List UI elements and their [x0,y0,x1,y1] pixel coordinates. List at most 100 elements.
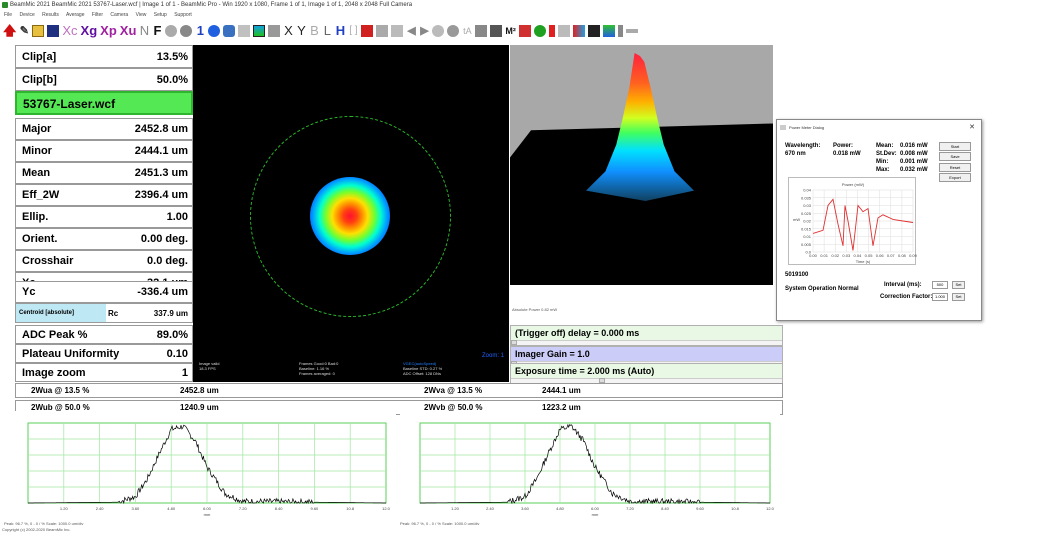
gray-circle-icon[interactable] [165,25,178,37]
bracket-button[interactable]: [ ] [347,23,359,39]
major-row: Major 2452.8 um [15,118,193,140]
trigger-thumb[interactable] [511,340,517,345]
start-button[interactable]: Start [939,142,971,151]
arrow-up-icon[interactable]: 🡅 [2,23,17,39]
menu-setup[interactable]: Setup [154,12,167,18]
correction-input[interactable]: 1.000 [932,293,948,301]
power-y-tick: 0.01 [803,234,812,239]
x-button[interactable]: X [282,23,294,39]
arrow-right-icon[interactable]: ▶ [418,23,430,39]
printer-icon[interactable] [490,25,503,37]
r-circle-icon[interactable] [208,25,221,37]
m2-button[interactable]: M² [504,23,517,39]
s-circle-icon[interactable] [180,25,193,37]
grid-icon[interactable] [391,25,404,37]
menu-average[interactable]: Average [66,12,85,18]
export-button[interactable]: Export [939,173,971,182]
mean-label: Mean [22,167,51,179]
absolute-power-text: Absolute Power 0.82 mW [512,307,558,312]
trigger-scrollbar[interactable] [511,340,782,345]
b-button[interactable]: B [308,23,320,39]
image-icon[interactable] [253,25,266,37]
plus-icon[interactable] [533,25,546,37]
one-button[interactable]: 1 [194,23,206,39]
crosshair-row[interactable]: Crosshair 0.0 deg. [15,250,193,272]
profile-tick-label: 7.20 [239,506,248,511]
menu-camera[interactable]: Camera [110,12,128,18]
print-icon[interactable] [475,25,488,37]
gray-square-icon[interactable] [268,25,281,37]
xc-button[interactable]: Xc [61,23,78,39]
gain-text: Imager Gain = 1.0 [515,349,590,359]
pencil-icon[interactable]: ✎ [18,23,30,39]
trigger-control[interactable]: (Trigger off) delay = 0.000 ms [510,325,783,346]
clip-a-row[interactable]: Clip[a] 13.5% [15,45,193,68]
crosshair-icon[interactable] [361,25,374,37]
menu-device[interactable]: Device [19,12,34,18]
wua-label: 2Wua @ 13.5 % [31,386,90,395]
close-icon[interactable]: ✕ [969,123,975,131]
power-series-line [812,198,914,251]
l-button[interactable]: L [321,23,333,39]
plateau-value: 0.10 [166,347,188,360]
profile-tick-label: 10.8 [731,506,740,511]
n-button[interactable]: N [138,23,150,39]
graph-icon[interactable] [602,25,615,37]
xg-button[interactable]: Xg [80,23,99,39]
filename-field[interactable]: 53767-Laser.wcf [15,91,193,115]
minor-row: Minor 2444.1 um [15,140,193,162]
black-box-icon[interactable] [587,25,600,37]
status-text: System Operation Normal [785,286,859,292]
beam-image-view[interactable]: Image valid 18.3 FPS Frames Good:0 Bad:0… [193,45,509,382]
eff-row: Eff_2W 2396.4 um [15,184,193,206]
min-value: 0.001 mW [900,159,928,165]
exposure-control[interactable]: Exposure time = 2.000 ms (Auto) [510,363,783,384]
clip-b-row[interactable]: Clip[b] 50.0% [15,68,193,91]
save-icon[interactable] [47,25,60,37]
menu-view[interactable]: View [136,12,147,18]
ta-button[interactable]: tA [461,23,473,39]
chart-icon[interactable] [518,25,531,37]
hand-icon[interactable] [432,25,445,37]
h-button[interactable]: H [334,23,346,39]
dot-icon[interactable] [447,25,460,37]
thermometer-icon[interactable] [548,25,555,37]
power-x-tick: 0.04 [854,253,863,258]
interval-input[interactable]: 500 [932,281,948,289]
xu-button[interactable]: Xu [119,23,138,39]
y-button[interactable]: Y [295,23,307,39]
menu-filter[interactable]: Filter [92,12,103,18]
power-meter-dialog[interactable]: Power Meter Dialog ✕ Wavelength: 670 nm … [776,119,982,321]
menu-support[interactable]: Support [174,12,192,18]
pin-icon[interactable] [625,29,638,33]
arrow-left-icon[interactable]: ◀ [405,23,417,39]
centroid-row[interactable]: Centroid [absolute] Rc 337.9 um [15,303,193,323]
f-button[interactable]: F [151,23,163,39]
correction-set-button[interactable]: Set [952,293,965,301]
interval-set-button[interactable]: Set [952,281,965,289]
max-value: 0.032 mW [900,167,928,173]
camera-icon[interactable] [223,25,236,37]
power-y-tick: 0.025 [801,211,812,216]
save-button[interactable]: Save [939,152,971,161]
person-icon[interactable] [617,25,623,37]
power-label: Power: [833,143,854,149]
plateau-label: Plateau Uniformity [22,347,120,360]
power-chart-title: Power (mW) [842,182,865,187]
menu-results[interactable]: Results [42,12,59,18]
menu-file[interactable]: File [4,12,12,18]
reset-button[interactable]: Reset [939,163,971,172]
gray-box-icon[interactable] [376,25,389,37]
zoom-row[interactable]: Image zoom 1 [15,363,193,382]
3d-view[interactable] [510,45,773,285]
profile-x-panel[interactable]: 1.20 2.40 3.60 4.80 6.00 7.20 8.40 9.60 10.8 12.0… [8,411,396,521]
xp-button[interactable]: Xp [99,23,118,39]
settings-icon[interactable] [557,25,570,37]
trigger-text: (Trigger off) delay = 0.000 ms [515,328,640,338]
folder-icon[interactable] [32,25,45,37]
lock-icon[interactable] [238,25,251,37]
profile-tick-label: 2.40 [486,506,495,511]
bars-icon[interactable] [572,25,585,37]
profile-y-panel[interactable]: 1.20 2.40 3.60 4.80 6.00 7.20 8.40 9.60 10.8 12.0… [400,411,780,521]
adc-label: ADC Peak % [22,328,88,341]
